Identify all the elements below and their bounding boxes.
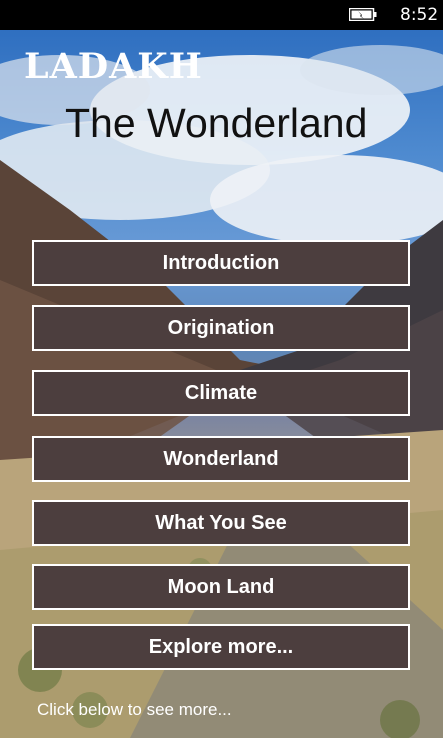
what-you-see-button[interactable]: What You See	[32, 500, 410, 546]
climate-button[interactable]: Climate	[32, 370, 410, 416]
wonderland-button[interactable]: Wonderland	[32, 436, 410, 482]
status-bar: 8:52	[0, 0, 443, 30]
status-time: 8:52	[400, 5, 439, 25]
origination-button[interactable]: Origination	[32, 305, 410, 351]
footer-hint: Click below to see more...	[37, 700, 232, 719]
brand-title: LADAKH	[24, 46, 203, 87]
introduction-button[interactable]: Introduction	[32, 240, 410, 286]
background-image: LADAKH The Wonderland Introduction Origi…	[0, 30, 443, 738]
page-title: The Wonderland	[65, 100, 368, 146]
explore-more-button[interactable]: Explore more...	[32, 624, 410, 670]
moon-land-button[interactable]: Moon Land	[32, 564, 410, 610]
battery-charging-icon	[349, 8, 377, 21]
